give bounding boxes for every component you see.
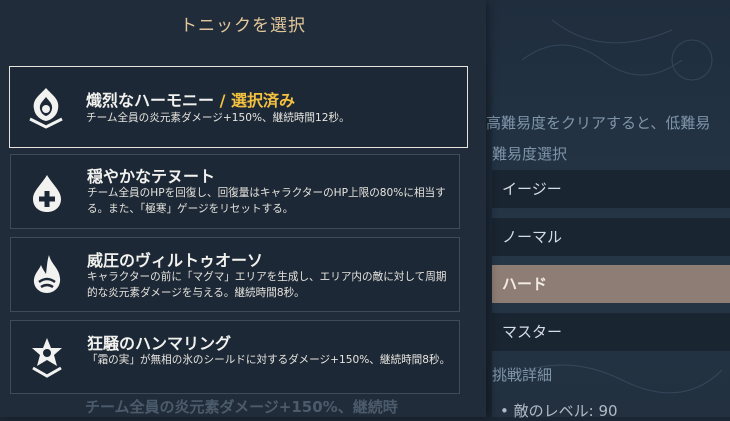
star-shield-icon (25, 335, 69, 379)
difficulty-select-label: 難易度選択 (492, 145, 568, 163)
tonic-description: 「霜の実」が無相の氷のシールドに対するダメージ+150%、継続時間8秒。 (87, 354, 451, 366)
tonic-option-frantic-hammering[interactable]: 狂騒のハンマリング 「霜の実」が無相の氷のシールドに対するダメージ+150%、継… (10, 320, 460, 394)
ghost-effect-text: チーム全員の炎元素ダメージ+150%、継続時 (85, 398, 398, 416)
difficulty-option-normal[interactable]: ノーマル (492, 218, 730, 256)
dialog-title: トニックを選択 (180, 16, 306, 36)
tonic-name-row: 熾烈なハーモニー / 選択済み (86, 87, 295, 111)
tonic-name: 穏やかなテヌート (87, 167, 216, 186)
difficulty-panel-background (492, 0, 730, 417)
tonic-description: チーム全員の炎元素ダメージ+150%、継続時間12秒。 (86, 112, 350, 124)
healing-drop-icon (25, 171, 69, 215)
tonic-name: 熾烈なハーモニー (86, 91, 215, 110)
tonic-name: 狂騒のハンマリング (87, 334, 232, 353)
tonic-description: キャラクターの前に「マグマ」エリアを生成し、エリア内の敵に対して周期的な炎元素ダ… (87, 271, 447, 299)
tonic-option-imposing-virtuoso[interactable]: 威圧のヴィルトゥオーソ キャラクターの前に「マグマ」エリアを生成し、エリア内の敵… (10, 237, 460, 312)
tonic-select-dialog: トニックを選択 熾烈なハーモニー / 選択済み チーム全員の炎元素ダメージ+15… (0, 0, 486, 417)
difficulty-option-hard[interactable]: ハード (492, 265, 730, 303)
enemy-level-text: • 敵のレベル: 90 (500, 402, 618, 420)
difficulty-hint-text: 高難易度をクリアすると、低難易 (486, 114, 711, 132)
tonic-option-gentle-tenuto[interactable]: 穏やかなテヌート チーム全員のHPを回復し、回復量はキャラクターのHP上限の80… (10, 154, 460, 229)
pyro-flame-emblem-icon (24, 85, 68, 129)
tonic-description: チーム全員のHPを回復し、回復量はキャラクターのHP上限の80%に相当する。また… (87, 187, 446, 215)
challenge-details-label: 挑戦詳細 (492, 366, 553, 384)
tonic-option-fierce-harmony[interactable]: 熾烈なハーモニー / 選択済み チーム全員の炎元素ダメージ+150%、継続時間1… (9, 66, 468, 148)
tonic-name: 威圧のヴィルトゥオーソ (87, 251, 264, 270)
magma-flame-icon (25, 252, 69, 296)
decorative-swirl-pattern (501, 19, 723, 394)
difficulty-option-easy[interactable]: イージー (492, 170, 730, 208)
selected-tag: / 選択済み (214, 91, 296, 110)
difficulty-option-master[interactable]: マスター (492, 313, 730, 351)
